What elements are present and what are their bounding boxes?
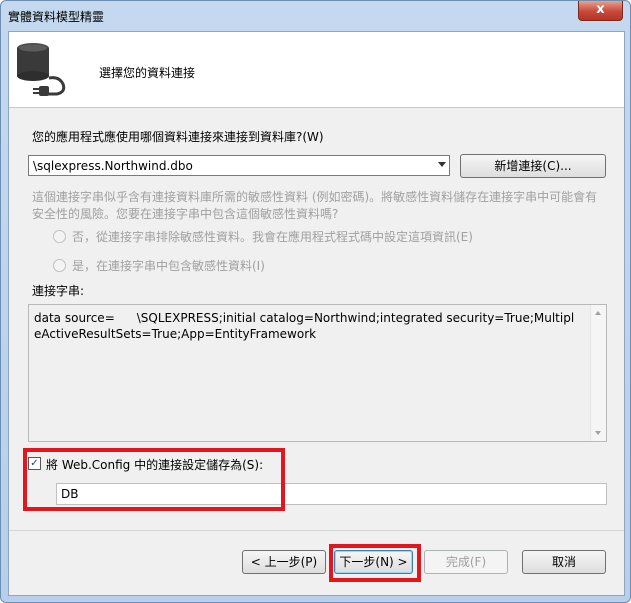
close-icon: x — [596, 2, 605, 17]
back-button[interactable]: < 上一步(P) — [242, 550, 326, 574]
connection-select-value: \sqlexpress.Northwind.dbo — [33, 159, 193, 173]
window-title: 實體資料模型精靈 — [8, 10, 105, 24]
page-title: 選擇您的資料連接 — [99, 66, 196, 80]
wizard-window: 實體資料模型精靈 x 選擇您的資料連接 您的應用程式應使用哪個資料連接來連接到資… — [0, 0, 631, 603]
radio-exclude-label: 否，從連接字串排除敏感性資料。我會在應用程式程式碼中設定這項資訊(E) — [72, 230, 473, 244]
scroll-up-icon[interactable] — [595, 311, 601, 315]
scroll-down-icon[interactable] — [595, 431, 601, 435]
wizard-header: 選擇您的資料連接 — [9, 32, 624, 108]
finish-button[interactable]: 完成(F) — [424, 550, 508, 574]
connection-string-part1: data source= — [34, 311, 115, 325]
radio-button-icon — [53, 259, 66, 272]
radio-include-label: 是，在連接字串中包含敏感性資料(I) — [72, 259, 265, 273]
new-connection-button[interactable]: 新增連接(C)... — [460, 154, 606, 178]
connection-select[interactable]: \sqlexpress.Northwind.dbo — [28, 155, 450, 176]
connection-prompt: 您的應用程式應使用哪個資料連接來連接到資料庫?(W) — [32, 130, 324, 144]
wizard-body: 選擇您的資料連接 您的應用程式應使用哪個資料連接來連接到資料庫?(W) \sql… — [8, 31, 625, 596]
highlight-box-next — [329, 544, 421, 582]
radio-exclude-sensitive[interactable]: 否，從連接字串排除敏感性資料。我會在應用程式程式碼中設定這項資訊(E) — [53, 228, 473, 245]
connection-string-text: data source= \SQLEXPRESS;initial catalog=… — [34, 310, 579, 342]
title-bar[interactable]: 實體資料模型精靈 x — [1, 1, 630, 31]
vertical-scrollbar[interactable] — [590, 305, 606, 441]
cancel-button[interactable]: 取消 — [522, 550, 606, 574]
sensitive-data-notice: 這個連接字串似乎含有連接資料庫所需的敏感性資料 (例如密碼)。將敏感性資料儲存在… — [32, 190, 598, 221]
highlight-box-save-setting — [23, 448, 285, 511]
radio-button-icon — [53, 230, 66, 243]
connection-string-box[interactable]: data source= \SQLEXPRESS;initial catalog=… — [28, 304, 607, 442]
close-button[interactable]: x — [578, 1, 623, 21]
radio-include-sensitive[interactable]: 是，在連接字串中包含敏感性資料(I) — [53, 257, 265, 274]
redacted-mask — [114, 313, 137, 324]
database-plug-icon — [17, 43, 66, 96]
chevron-down-icon — [438, 162, 446, 167]
footer-separator — [9, 530, 624, 531]
connection-string-label: 連接字串: — [32, 284, 85, 298]
